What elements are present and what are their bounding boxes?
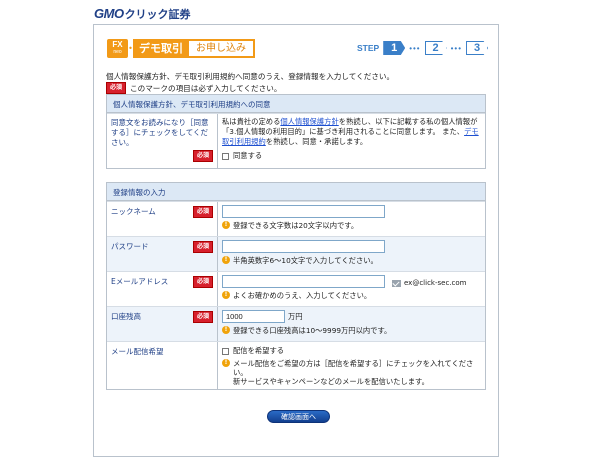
- nickname-label: ニックネーム 必須: [107, 202, 218, 236]
- gmo-click-logo: GMO クリック証券: [94, 6, 191, 21]
- step-dots: •••: [450, 43, 463, 53]
- agree-checkbox[interactable]: [222, 152, 229, 160]
- password-row: パスワード 必須 ! 半角英数字6～10文字で入力してください。: [107, 236, 485, 271]
- required-badge: 必須: [192, 150, 213, 162]
- mail-opt-label-text: メール配信希望: [111, 347, 164, 356]
- email-hint-text: よくお確かめのうえ、入力してください。: [233, 291, 372, 300]
- neo-badge-text: neo: [113, 49, 122, 55]
- info-icon: !: [222, 291, 230, 299]
- nickname-label-text: ニックネーム: [111, 207, 156, 216]
- email-label: Eメールアドレス 必須: [107, 272, 218, 306]
- consent-text: 私は貴社の定める個人情報保護方針を熟読し、以下に記載する私の個人情報が「3.個人…: [222, 117, 479, 146]
- consent-section: 個人情報保護方針、デモ取引利用規約への同意 同意文をお読みになり［同意する］にチ…: [106, 94, 486, 169]
- info-icon: !: [222, 359, 230, 367]
- required-badge: 必須: [192, 276, 213, 288]
- step-dots: •••: [409, 43, 421, 53]
- apply-label: お申し込み: [189, 39, 255, 58]
- mail-opt-hint-text: メール配信をご希望の方は［配信を希望する］にチェックを入れてください。 新サービ…: [233, 359, 474, 386]
- step-1: 1: [383, 41, 406, 55]
- privacy-policy-link[interactable]: 個人情報保護方針: [280, 117, 338, 126]
- password-label: パスワード 必須: [107, 237, 218, 271]
- required-badge: 必須: [192, 206, 213, 218]
- registration-section: 登録情報の入力 ニックネーム 必須 ! 登録できる文字数は20文字以内です。 パ…: [106, 182, 486, 390]
- password-cell: ! 半角英数字6～10文字で入力してください。: [218, 237, 485, 271]
- nickname-hint: ! 登録できる文字数は20文字以内です。: [222, 221, 481, 230]
- balance-cell: 万円 ! 登録できる口座残高は10～9999万円以内です。: [218, 307, 485, 341]
- nickname-row: ニックネーム 必須 ! 登録できる文字数は20文字以内です。: [107, 201, 485, 236]
- email-input[interactable]: [222, 275, 385, 288]
- mail-opt-cell: 配信を希望する ! メール配信をご希望の方は［配信を希望する］にチェックを入れて…: [218, 342, 485, 389]
- balance-label: 口座残高 必須: [107, 307, 218, 341]
- balance-hint: ! 登録できる口座残高は10～9999万円以内です。: [222, 326, 481, 335]
- required-badge: 必須: [192, 311, 213, 323]
- email-row: Eメールアドレス 必須 ex@click-sec.com ! よくお確かめのうえ…: [107, 271, 485, 306]
- demo-trade-label: デモ取引: [133, 39, 189, 58]
- intro-text: 個人情報保護方針、デモ取引利用規約へ同意のうえ、登録情報を入力してください。: [106, 72, 395, 81]
- registration-section-title: 登録情報の入力: [107, 183, 485, 201]
- step-2: 2: [424, 41, 447, 55]
- consent-label: 同意文をお読みになり［同意する］にチェックをしてください。 必須: [107, 114, 218, 168]
- agree-checkbox-label[interactable]: 同意する: [233, 151, 262, 161]
- password-label-text: パスワード: [111, 242, 149, 251]
- nickname-cell: ! 登録できる文字数は20文字以内です。: [218, 202, 485, 236]
- required-note-text: このマークの項目は必ず入力してください。: [130, 83, 282, 93]
- info-icon: !: [222, 256, 230, 264]
- logo-gmo: GMO: [94, 6, 124, 21]
- required-note: 必須 このマークの項目は必ず入力してください。: [106, 82, 281, 94]
- product-brand: FX neo • デモ取引 お申し込み: [107, 39, 255, 58]
- application-frame: FX neo • デモ取引 お申し込み STEP 1 ••• 2 ••• 3 個…: [93, 24, 499, 457]
- nickname-hint-text: 登録できる文字数は20文字以内です。: [233, 221, 359, 230]
- required-badge: 必須: [106, 82, 127, 94]
- balance-row: 口座残高 必須 万円 ! 登録できる口座残高は10～9999万円以内です。: [107, 306, 485, 341]
- mail-opt-checkbox-label[interactable]: 配信を希望する: [233, 346, 284, 356]
- mail-opt-checkbox-row[interactable]: 配信を希望する: [222, 346, 481, 356]
- confirm-button[interactable]: 確認画面へ: [267, 410, 330, 423]
- email-label-text: Eメールアドレス: [111, 277, 169, 286]
- email-hint: ! よくお確かめのうえ、入力してください。: [222, 291, 481, 300]
- email-cell: ex@click-sec.com ! よくお確かめのうえ、入力してください。: [218, 272, 485, 306]
- logo-text: クリック証券: [124, 8, 191, 21]
- mail-icon: [392, 279, 401, 287]
- info-icon: !: [222, 326, 230, 334]
- password-hint-text: 半角英数字6～10文字で入力してください。: [233, 256, 378, 265]
- balance-input-group: 万円: [222, 310, 481, 323]
- required-badge: 必須: [192, 241, 213, 253]
- step-3: 3: [466, 41, 489, 55]
- mail-opt-hint: ! メール配信をご希望の方は［配信を希望する］にチェックを入れてください。 新サ…: [222, 359, 481, 386]
- step-indicator: STEP 1 ••• 2 ••• 3: [357, 41, 489, 55]
- consent-label-text: 同意文をお読みになり［同意する］にチェックをしてください。: [111, 118, 209, 147]
- fx-neo-badge: FX neo: [107, 39, 128, 58]
- mail-opt-label: メール配信希望: [107, 342, 218, 389]
- info-icon: !: [222, 221, 230, 229]
- password-hint: ! 半角英数字6～10文字で入力してください。: [222, 256, 481, 265]
- mail-opt-checkbox[interactable]: [222, 347, 229, 355]
- consent-section-title: 個人情報保護方針、デモ取引利用規約への同意: [107, 95, 485, 113]
- balance-input[interactable]: [222, 310, 285, 323]
- password-input[interactable]: [222, 240, 385, 253]
- balance-unit: 万円: [288, 311, 303, 321]
- step-label: STEP: [357, 43, 380, 53]
- balance-hint-text: 登録できる口座残高は10～9999万円以内です。: [233, 326, 392, 335]
- balance-label-text: 口座残高: [111, 312, 141, 321]
- agree-checkbox-row[interactable]: 同意する: [222, 151, 481, 161]
- consent-body: 私は貴社の定める個人情報保護方針を熟読し、以下に記載する私の個人情報が「3.個人…: [218, 114, 485, 168]
- email-example-text: ex@click-sec.com: [404, 279, 467, 287]
- nickname-input[interactable]: [222, 205, 385, 218]
- email-example: ex@click-sec.com: [392, 279, 466, 287]
- consent-row: 同意文をお読みになり［同意する］にチェックをしてください。 必須 私は貴社の定め…: [107, 113, 485, 168]
- fx-badge-text: FX: [112, 40, 123, 49]
- mail-opt-row: メール配信希望 配信を希望する ! メール配信をご希望の方は［配信を希望する］に…: [107, 341, 485, 389]
